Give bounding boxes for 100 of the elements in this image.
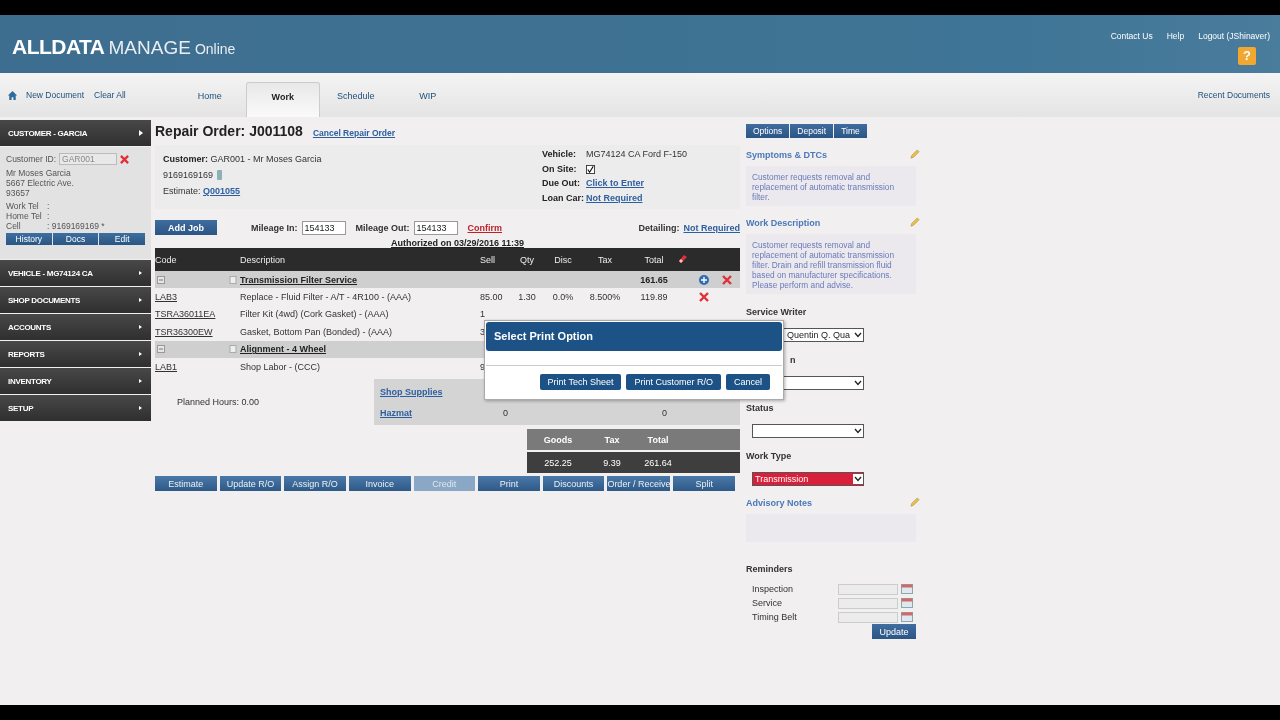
- calendar-icon[interactable]: [901, 612, 913, 622]
- customer-button[interactable]: History: [6, 233, 52, 245]
- item-code-link[interactable]: TSRA36011EA: [155, 309, 216, 320]
- table-cell: 85.00: [480, 292, 503, 303]
- document-icon: [229, 345, 237, 354]
- select-field[interactable]: Transmission: [752, 472, 864, 486]
- collapse-icon[interactable]: [157, 275, 165, 284]
- column-header: Sell: [479, 254, 496, 265]
- mileage-in-field[interactable]: 154133: [301, 220, 346, 235]
- nav-tab[interactable]: Home: [173, 82, 246, 117]
- sidebar-section[interactable]: REPORTS: [0, 341, 151, 367]
- panel-tab[interactable]: Time: [834, 124, 867, 138]
- confirm-link[interactable]: Confirm: [467, 222, 503, 233]
- field-label: Mileage In:: [251, 222, 298, 233]
- eraser-icon[interactable]: [678, 253, 688, 264]
- column-header: Total: [643, 254, 665, 265]
- authorized-text: Authorized on 03/29/2016 11:39: [390, 238, 525, 248]
- supply-link[interactable]: Hazmat: [380, 407, 412, 418]
- date-field[interactable]: [838, 611, 898, 623]
- job-row[interactable]: Transmission Filter Service 161.65: [155, 271, 740, 289]
- calendar-icon[interactable]: [901, 584, 913, 594]
- sidebar-section[interactable]: CUSTOMER - GARCIA: [0, 120, 151, 146]
- add-job-button[interactable]: Add Job: [155, 220, 217, 235]
- calendar-icon[interactable]: [901, 598, 913, 608]
- column-header: Code: [155, 254, 178, 265]
- dialog-button[interactable]: Cancel: [726, 374, 770, 390]
- action-button[interactable]: Update R/O: [219, 476, 282, 492]
- header-link[interactable]: Logout (JShinaver): [1198, 31, 1270, 41]
- nav-tab[interactable]: Schedule: [319, 82, 392, 117]
- pencil-icon[interactable]: [909, 149, 920, 160]
- logo-text: ALLDATA: [12, 35, 105, 59]
- nav-tab[interactable]: WIP: [391, 82, 464, 117]
- home-icon[interactable]: [7, 89, 18, 101]
- sidebar-section[interactable]: SETUP: [0, 395, 151, 421]
- dialog-button[interactable]: Print Customer R/O: [626, 374, 721, 390]
- action-button[interactable]: Estimate: [155, 476, 217, 492]
- toolbar-link[interactable]: Clear All: [94, 90, 126, 100]
- panel-tab[interactable]: Deposit: [790, 124, 834, 138]
- cancel-order-link[interactable]: Cancel Repair Order: [312, 128, 396, 138]
- job-title[interactable]: Alignment - 4 Wheel: [240, 344, 462, 355]
- date-field[interactable]: [838, 583, 898, 595]
- action-button[interactable]: Assign R/O: [284, 476, 346, 492]
- table-cell: 8.500%: [589, 292, 621, 303]
- action-button[interactable]: Order / Receive: [607, 476, 671, 492]
- phone-label: Cell: [6, 221, 22, 231]
- dialog-button[interactable]: Print Tech Sheet: [539, 374, 622, 390]
- note-text: Customer requests removal and replacement of automatic transmission filter.: [752, 172, 896, 202]
- sidebar-section[interactable]: VEHICLE - MG74124 CA: [0, 260, 151, 286]
- caret-icon: [139, 351, 143, 357]
- customer-button[interactable]: Docs: [52, 233, 99, 245]
- caret-icon: [139, 378, 143, 384]
- delete-icon[interactable]: [699, 292, 709, 303]
- action-button[interactable]: Print: [478, 476, 540, 492]
- item-code-link[interactable]: LAB1: [155, 361, 178, 372]
- dialog-title: Select Print Option: [486, 322, 782, 351]
- checkbox[interactable]: [585, 164, 595, 174]
- phone-label: Home Tel: [6, 211, 43, 221]
- pencil-icon[interactable]: [909, 217, 920, 228]
- action-button[interactable]: Invoice: [348, 476, 411, 492]
- supply-link[interactable]: Shop Supplies: [380, 386, 443, 397]
- collapse-icon[interactable]: [157, 345, 165, 354]
- select-field[interactable]: [752, 424, 864, 438]
- action-button[interactable]: Split: [673, 476, 736, 492]
- header-link[interactable]: Contact Us: [1110, 31, 1153, 41]
- phone-icon: [217, 170, 223, 180]
- date-field[interactable]: [838, 597, 898, 609]
- sidebar-section[interactable]: SHOP DOCUMENTS: [0, 287, 151, 313]
- estimate-link[interactable]: Q001055: [203, 186, 241, 196]
- item-row[interactable]: TSRA36011EA Filter Kit (4wd) (Cork Gasket) - (AAA) 1: [155, 305, 740, 324]
- toolbar-link[interactable]: New Document: [26, 90, 85, 100]
- item-code-link[interactable]: TSR36300EW: [155, 326, 213, 337]
- sidebar-section[interactable]: INVENTORY: [0, 368, 151, 394]
- action-button[interactable]: Discounts: [542, 476, 605, 492]
- item-code-link[interactable]: LAB3: [155, 292, 178, 303]
- item-row[interactable]: LAB3 Replace - Fluid Filter - A/T - 4R100 - (AAA) 85.00 1.30 0.0% 8.500% 119.89: [155, 288, 740, 306]
- nav-tab[interactable]: Work: [245, 82, 320, 117]
- field-link[interactable]: Click to Enter: [585, 176, 687, 191]
- panel-tab[interactable]: Options: [746, 124, 790, 138]
- column-header: Description: [240, 254, 287, 265]
- recent-documents-link[interactable]: Recent Documents: [1197, 90, 1270, 100]
- sidebar-section[interactable]: ACCOUNTS: [0, 314, 151, 340]
- delete-icon[interactable]: [722, 274, 732, 285]
- customer-button[interactable]: Edit: [99, 233, 145, 245]
- totals-value: 261.64: [643, 457, 673, 468]
- header-link[interactable]: Help: [1166, 31, 1185, 41]
- phone-value: :: [47, 211, 51, 221]
- pencil-icon[interactable]: [909, 497, 920, 508]
- logo-text: Online: [194, 41, 236, 57]
- update-button[interactable]: Update: [872, 624, 916, 639]
- add-icon[interactable]: [699, 274, 709, 285]
- page-title: Repair Order: J001108: [155, 123, 303, 139]
- caret-icon: [139, 297, 143, 303]
- field-link[interactable]: Not Required: [585, 190, 687, 205]
- field-label: Customer:: [163, 154, 208, 164]
- delete-icon[interactable]: [120, 154, 130, 164]
- job-title[interactable]: Transmission Filter Service: [240, 274, 462, 285]
- field-label: Status: [746, 403, 774, 413]
- detailing-link[interactable]: Not Required: [683, 222, 740, 233]
- section-title: Work Description: [746, 217, 821, 228]
- mileage-out-field[interactable]: 154133: [413, 220, 458, 235]
